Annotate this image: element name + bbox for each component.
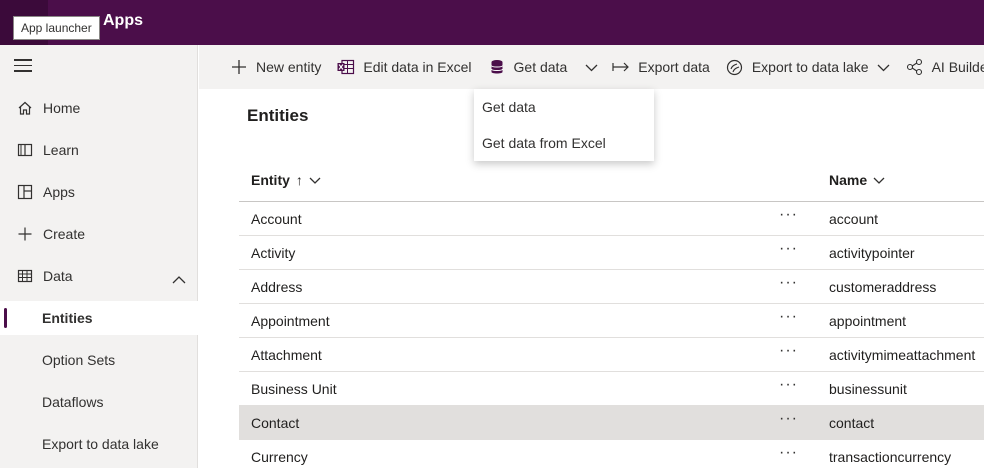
excel-icon xyxy=(337,58,355,76)
name-cell: activitymimeattachment xyxy=(829,347,976,363)
column-label: Name xyxy=(829,172,868,188)
chevron-down-icon xyxy=(873,172,885,188)
sidebar-item-apps[interactable]: Apps xyxy=(0,175,198,209)
table-row-selected[interactable]: Contact ··· contact xyxy=(239,406,984,440)
sidebar-item-label: Option Sets xyxy=(42,352,116,368)
more-options-icon[interactable]: ··· xyxy=(779,274,798,292)
chevron-down-icon xyxy=(585,59,598,75)
get-data-button[interactable]: Get data xyxy=(480,45,576,89)
export-data-button[interactable]: Export data xyxy=(604,45,718,89)
sidebar-item-option-sets[interactable]: Option Sets xyxy=(0,343,198,377)
chevron-up-icon[interactable] xyxy=(172,271,186,287)
more-options-icon[interactable]: ··· xyxy=(779,342,798,360)
ai-builder-icon xyxy=(906,58,924,76)
home-icon xyxy=(16,99,34,117)
table-row[interactable]: Address ··· customeraddress xyxy=(239,270,984,304)
data-lake-icon xyxy=(726,58,744,76)
export-data-label: Export data xyxy=(638,59,710,75)
book-icon xyxy=(16,141,34,159)
chevron-down-icon[interactable] xyxy=(877,59,890,75)
more-options-icon[interactable]: ··· xyxy=(779,308,798,326)
entity-cell[interactable]: Business Unit xyxy=(251,381,337,397)
table-row[interactable]: Appointment ··· appointment xyxy=(239,304,984,338)
plus-icon xyxy=(16,225,34,243)
sidebar-item-label: Learn xyxy=(43,142,79,158)
sort-ascending-icon: ↑ xyxy=(295,172,303,188)
plus-icon xyxy=(230,58,248,76)
table-row[interactable]: Activity ··· activitypointer xyxy=(239,236,984,270)
table-header: Entity ↑ Name xyxy=(239,162,984,202)
command-bar: New entity Edit data in Excel Get data E… xyxy=(199,45,984,89)
entity-cell[interactable]: Address xyxy=(251,279,302,295)
export-to-data-lake-button[interactable]: Export to data lake xyxy=(718,45,898,89)
active-indicator xyxy=(4,308,7,328)
sidebar-item-learn[interactable]: Learn xyxy=(0,133,198,167)
more-options-icon[interactable]: ··· xyxy=(779,240,798,258)
name-cell: customeraddress xyxy=(829,279,937,295)
more-options-icon[interactable]: ··· xyxy=(779,376,798,394)
edit-data-in-excel-label: Edit data in Excel xyxy=(363,59,472,75)
sidebar-item-data[interactable]: Data xyxy=(0,259,198,293)
column-header-name[interactable]: Name xyxy=(829,172,885,188)
entity-cell[interactable]: Attachment xyxy=(251,347,322,363)
name-cell: businessunit xyxy=(829,381,907,397)
get-data-label: Get data xyxy=(513,59,568,75)
entity-cell[interactable]: Activity xyxy=(251,245,295,261)
sidebar-item-label: Export to data lake xyxy=(42,436,159,452)
sidebar-item-home[interactable]: Home xyxy=(0,91,198,125)
sidebar-item-export-to-data-lake[interactable]: Export to data lake xyxy=(0,427,198,461)
table-row[interactable]: Attachment ··· activitymimeattachment xyxy=(239,338,984,372)
database-icon xyxy=(488,58,506,76)
sidebar: Home Learn Apps Create Data Entities Opt… xyxy=(0,45,198,468)
sidebar-item-label: Dataflows xyxy=(42,394,104,410)
get-data-dropdown-button[interactable] xyxy=(579,45,604,89)
entity-cell[interactable]: Contact xyxy=(251,415,299,431)
hamburger-menu-icon[interactable] xyxy=(14,59,32,73)
menu-item-get-data[interactable]: Get data xyxy=(474,89,654,125)
sidebar-item-label: Data xyxy=(43,268,73,284)
table-icon xyxy=(16,267,34,285)
sidebar-item-entities[interactable]: Entities xyxy=(0,301,198,335)
more-options-icon[interactable]: ··· xyxy=(779,206,798,224)
export-to-data-lake-label: Export to data lake xyxy=(751,59,869,75)
name-cell: account xyxy=(829,211,879,227)
column-label: Entity xyxy=(251,172,290,188)
page-title: Entities xyxy=(247,106,309,125)
entities-table: Entity ↑ Name Account ··· account Activi… xyxy=(239,162,984,468)
sidebar-item-label: Entities xyxy=(42,310,93,326)
ai-builder-button[interactable]: AI Builder xyxy=(898,45,984,89)
entity-cell[interactable]: Appointment xyxy=(251,313,330,329)
name-cell: appointment xyxy=(829,313,907,329)
app-title: Apps xyxy=(103,12,143,29)
table-row[interactable]: Account ··· account xyxy=(239,202,984,236)
ai-builder-label: AI Builder xyxy=(931,59,984,75)
column-header-entity[interactable]: Entity ↑ xyxy=(251,172,321,188)
more-options-icon[interactable]: ··· xyxy=(779,444,798,462)
sidebar-item-label: Create xyxy=(43,226,86,242)
app-launcher-tooltip: App launcher xyxy=(13,16,100,40)
table-row[interactable]: Business Unit ··· businessunit xyxy=(239,372,984,406)
chevron-down-icon xyxy=(309,172,321,188)
export-arrow-icon xyxy=(612,58,630,76)
name-cell: contact xyxy=(829,415,875,431)
more-options-icon[interactable]: ··· xyxy=(779,410,798,428)
name-cell: activitypointer xyxy=(829,245,915,261)
name-cell: transactioncurrency xyxy=(829,449,952,465)
table-row[interactable]: Currency ··· transactioncurrency xyxy=(239,440,984,468)
top-bar: Apps xyxy=(0,0,984,45)
sidebar-item-create[interactable]: Create xyxy=(0,217,198,251)
get-data-menu: Get data Get data from Excel xyxy=(474,89,654,161)
apps-icon xyxy=(16,183,34,201)
edit-data-in-excel-button[interactable]: Edit data in Excel xyxy=(329,45,479,89)
sidebar-item-dataflows[interactable]: Dataflows xyxy=(0,385,198,419)
entity-cell[interactable]: Currency xyxy=(251,449,308,465)
new-entity-button[interactable]: New entity xyxy=(222,45,329,89)
menu-item-get-data-from-excel[interactable]: Get data from Excel xyxy=(474,125,654,161)
sidebar-item-label: Apps xyxy=(43,184,75,200)
entity-cell[interactable]: Account xyxy=(251,211,302,227)
new-entity-label: New entity xyxy=(256,59,322,75)
sidebar-item-label: Home xyxy=(43,100,81,116)
